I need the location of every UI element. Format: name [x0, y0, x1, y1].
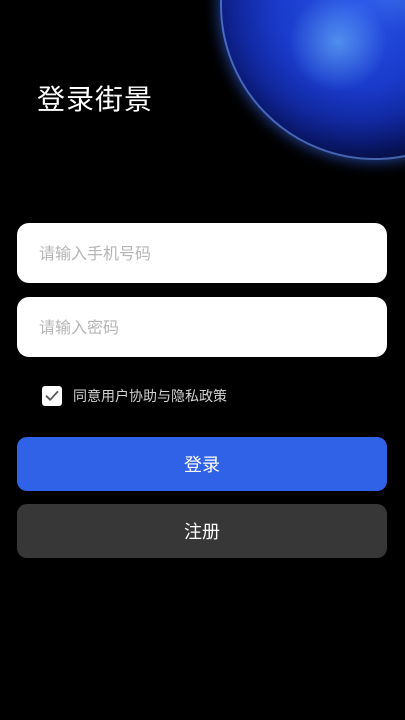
- login-button[interactable]: 登录: [17, 437, 387, 491]
- phone-field[interactable]: [17, 223, 387, 283]
- register-button[interactable]: 注册: [17, 504, 387, 558]
- password-field[interactable]: [17, 297, 387, 357]
- check-icon: [45, 390, 59, 401]
- login-screen: 登录街景 同意用户协助与隐私政策 登录 注册: [0, 0, 405, 720]
- password-input[interactable]: [17, 297, 387, 357]
- agreement-row: 同意用户协助与隐私政策: [42, 385, 227, 407]
- page-title: 登录街景: [37, 83, 154, 116]
- agreement-checkbox[interactable]: [42, 386, 62, 406]
- agreement-text[interactable]: 同意用户协助与隐私政策: [73, 386, 227, 406]
- phone-input[interactable]: [17, 223, 387, 283]
- planet-glow: [220, 0, 405, 160]
